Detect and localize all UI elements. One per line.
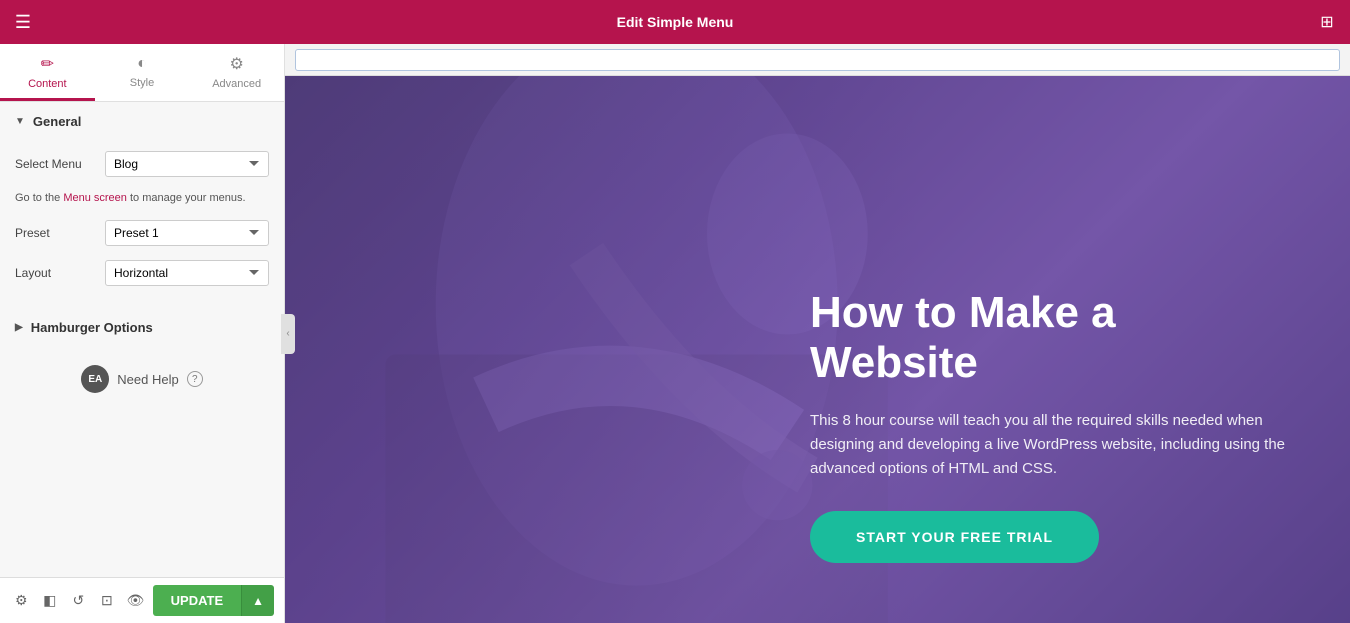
sidebar-content: ▼ General Select Menu Blog Main Menu Foo… — [0, 102, 284, 577]
hero-content: How to Make a Website This 8 hour course… — [810, 288, 1290, 563]
grid-icon: ⊞ — [1320, 12, 1333, 32]
sidebar-tabs: ✏ Content ◐ Style ⚙ Advanced — [0, 44, 284, 102]
content-tab-icon: ✏ — [41, 54, 54, 74]
page-title: Edit Simple Menu — [46, 14, 1304, 30]
preset-dropdown[interactable]: Preset 1 Preset 2 Preset 3 — [105, 220, 269, 246]
preview-icon-button[interactable]: 👁 — [124, 586, 147, 616]
hero-section: How to Make a Website This 8 hour course… — [285, 76, 1350, 623]
hamburger-section-header[interactable]: ▶ Hamburger Options — [15, 320, 269, 335]
menu-hint-text: Go to the Menu screen to manage your men… — [15, 191, 269, 206]
need-help-text: Need Help — [117, 372, 178, 387]
sidebar-collapse-handle[interactable]: ‹ — [281, 314, 295, 354]
update-arrow-button[interactable]: ▲ — [241, 585, 274, 616]
cta-button[interactable]: START YOUR FREE TRIAL — [810, 511, 1099, 563]
layout-label: Layout — [15, 266, 105, 280]
advanced-tab-icon: ⚙ — [230, 54, 244, 74]
url-input[interactable] — [295, 49, 1340, 71]
history-icon-button[interactable]: ↺ — [67, 586, 90, 616]
update-button[interactable]: UPDATE — [153, 585, 241, 616]
select-menu-row: Select Menu Blog Main Menu Footer Menu — [15, 151, 269, 177]
layout-dropdown[interactable]: Horizontal Vertical Dropdown — [105, 260, 269, 286]
layers-icon-button[interactable]: ◧ — [39, 586, 62, 616]
preset-label: Preset — [15, 226, 105, 240]
hero-description: This 8 hour course will teach you all th… — [810, 409, 1290, 481]
menu-hint-after: to manage your menus. — [127, 192, 246, 204]
select-menu-dropdown[interactable]: Blog Main Menu Footer Menu — [105, 151, 269, 177]
general-section-header[interactable]: ▼ General — [0, 102, 284, 141]
hero-title: How to Make a Website — [810, 288, 1290, 389]
bottom-toolbar: ⚙ ◧ ↺ ⊡ 👁 UPDATE ▲ — [0, 577, 284, 623]
preview-area: How to Make a Website This 8 hour course… — [285, 44, 1350, 623]
preset-row: Preset Preset 1 Preset 2 Preset 3 — [15, 220, 269, 246]
menu-icon: ☰ — [15, 12, 31, 33]
layout-row: Layout Horizontal Vertical Dropdown — [15, 260, 269, 286]
menu-screen-link[interactable]: Menu screen — [63, 192, 127, 204]
responsive-icon-button[interactable]: ⊡ — [96, 586, 119, 616]
tab-content[interactable]: ✏ Content — [0, 44, 95, 101]
address-bar — [285, 44, 1350, 76]
menu-hint-before: Go to the — [15, 192, 63, 204]
grid-view-button[interactable]: ⊞ — [1304, 0, 1350, 44]
style-tab-icon: ◐ — [137, 55, 147, 73]
hamburger-section-label: Hamburger Options — [31, 320, 153, 335]
tab-style[interactable]: ◐ Style — [95, 44, 190, 101]
select-menu-label: Select Menu — [15, 157, 105, 171]
settings-icon-button[interactable]: ⚙ — [10, 586, 33, 616]
tab-content-label: Content — [28, 78, 67, 90]
general-arrow-icon: ▼ — [15, 116, 25, 127]
ea-badge: EA — [81, 365, 109, 393]
help-question-icon[interactable]: ? — [187, 371, 203, 387]
hamburger-menu-button[interactable]: ☰ — [0, 0, 46, 44]
hamburger-section: ▶ Hamburger Options — [0, 310, 284, 345]
top-bar: ☰ Edit Simple Menu ⊞ — [0, 0, 1350, 44]
tab-style-label: Style — [130, 77, 154, 89]
update-button-group: UPDATE ▲ — [153, 585, 274, 616]
tab-advanced[interactable]: ⚙ Advanced — [189, 44, 284, 101]
need-help-area: EA Need Help ? — [0, 345, 284, 413]
general-section-label: General — [33, 114, 81, 129]
hamburger-arrow-icon: ▶ — [15, 322, 23, 333]
general-form: Select Menu Blog Main Menu Footer Menu G… — [0, 141, 284, 310]
sidebar: ✏ Content ◐ Style ⚙ Advanced ▼ General — [0, 44, 285, 623]
tab-advanced-label: Advanced — [212, 78, 261, 90]
